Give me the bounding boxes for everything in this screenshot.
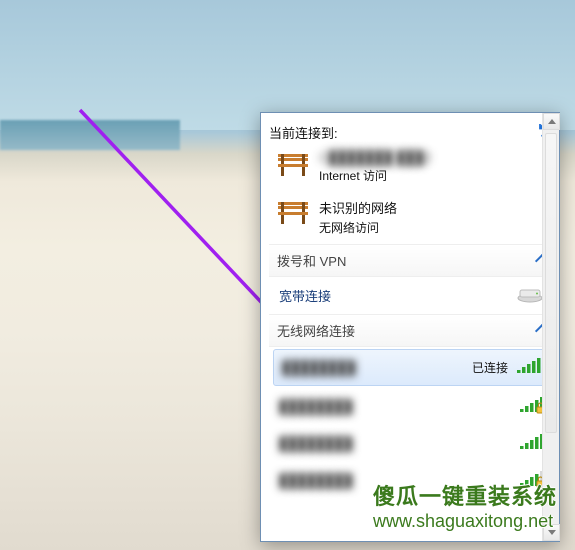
wifi-ssid: ████████ — [282, 360, 472, 375]
wallpaper-sea — [0, 120, 180, 150]
network-bench-icon — [275, 198, 311, 231]
dialup-item-broadband[interactable]: 宽带连接 — [269, 277, 555, 314]
connection-status: 无网络访问 — [319, 219, 397, 236]
scroll-thumb[interactable] — [545, 133, 557, 433]
section-dialup-label: 拨号和 VPN — [277, 251, 537, 270]
wifi-item[interactable]: ████████已连接 — [273, 349, 551, 386]
scroll-up-button[interactable] — [543, 113, 560, 130]
connection-status: Internet 访问 — [319, 167, 431, 184]
connection-item[interactable]: C███████ ███2 Internet 访问 — [269, 144, 555, 192]
network-flyout: 当前连接到: C███████ ███2Internet 访问未识别的网络无网络… — [260, 112, 560, 542]
current-connections: C███████ ███2Internet 访问未识别的网络无网络访问 — [269, 144, 555, 244]
wifi-ssid: ████████ — [279, 436, 519, 451]
modem-icon — [515, 285, 545, 306]
flyout-title: 当前连接到: — [269, 123, 537, 142]
section-wireless-label: 无线网络连接 — [277, 321, 537, 340]
connection-texts: C███████ ███2 Internet 访问 — [319, 150, 431, 184]
wifi-item[interactable]: ████████ — [269, 388, 555, 425]
watermark: 傻瓜一键重装系统 www.shaguaxitong.net — [373, 479, 557, 532]
network-bench-icon — [275, 150, 311, 183]
connection-texts: 未识别的网络无网络访问 — [319, 198, 397, 236]
dialup-item-label: 宽带连接 — [279, 286, 515, 305]
network-flyout-content: 当前连接到: C███████ ███2Internet 访问未识别的网络无网络… — [261, 113, 559, 541]
section-wireless-header[interactable]: 无线网络连接 — [269, 314, 555, 347]
watermark-url: www.shaguaxitong.net — [373, 511, 557, 532]
section-dialup-header[interactable]: 拨号和 VPN — [269, 244, 555, 277]
wifi-ssid: ████████ — [279, 399, 519, 414]
wifi-item[interactable]: ████████ — [269, 425, 555, 462]
flyout-header: 当前连接到: — [269, 121, 555, 144]
connection-name: 未识别的网络 — [319, 198, 397, 217]
wifi-signal-icon — [516, 357, 542, 378]
connection-item[interactable]: 未识别的网络无网络访问 — [269, 192, 555, 244]
watermark-title: 傻瓜一键重装系统 — [373, 479, 557, 511]
wifi-status: 已连接 — [472, 359, 508, 376]
connection-name: C███████ ███2 — [319, 150, 431, 165]
wireless-list: ████████已连接████████████████████████ — [269, 349, 555, 499]
scrollbar[interactable] — [542, 113, 559, 541]
wallpaper-sky — [0, 0, 575, 130]
desktop-wallpaper: 当前连接到: C███████ ███2Internet 访问未识别的网络无网络… — [0, 0, 575, 550]
